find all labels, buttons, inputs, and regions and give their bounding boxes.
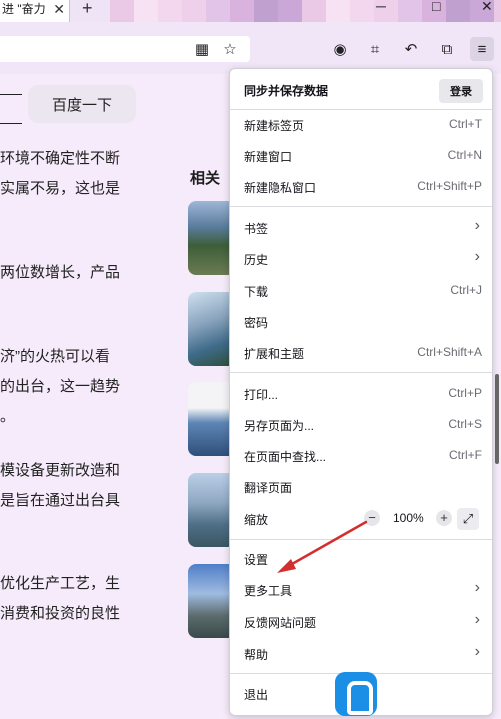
watermark-logo: 易软汇: [335, 672, 501, 719]
watermark-badge-icon: [335, 672, 377, 716]
annotation-arrow: [277, 520, 368, 573]
watermark-text: 易软汇: [381, 682, 469, 713]
